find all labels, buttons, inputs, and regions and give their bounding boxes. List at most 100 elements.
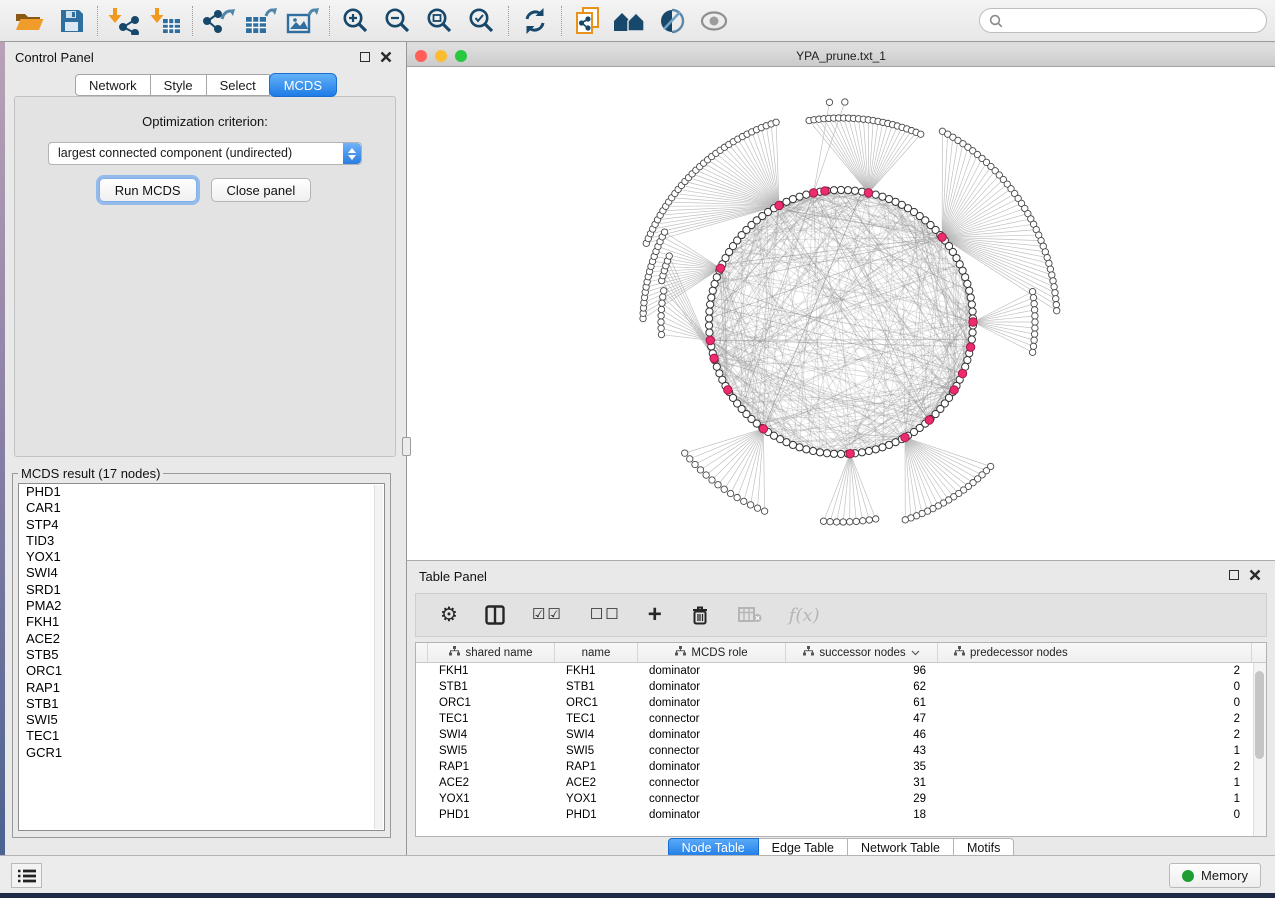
cell-name[interactable]: ACE2 [555, 777, 638, 789]
mcds-result-item[interactable]: SRD1 [19, 582, 384, 598]
mcds-result-item[interactable]: CAR1 [19, 500, 384, 516]
leaf-node[interactable] [658, 331, 664, 337]
selected-mcds-node[interactable] [710, 354, 718, 362]
mcds-result-item[interactable]: ORC1 [19, 663, 384, 679]
leaf-node[interactable] [687, 456, 693, 462]
cell-shared-name[interactable]: TEC1 [428, 713, 555, 725]
leaf-node[interactable] [1029, 349, 1035, 355]
mcds-result-item[interactable]: YOX1 [19, 549, 384, 565]
cell-shared-name[interactable]: YOX1 [428, 793, 555, 805]
ring-node[interactable] [796, 193, 803, 200]
cell-successor-nodes[interactable]: 31 [786, 777, 938, 789]
leaf-node[interactable] [697, 467, 703, 473]
table-row[interactable]: FKH1FKH1dominator962 [416, 663, 1266, 679]
cell-name[interactable]: ORC1 [555, 697, 638, 709]
window-close-icon[interactable] [415, 50, 427, 62]
selected-mcds-node[interactable] [938, 233, 946, 241]
selected-mcds-node[interactable] [969, 318, 977, 326]
cell-predecessor-nodes[interactable]: 0 [938, 697, 1252, 709]
export-network-icon[interactable] [198, 4, 240, 38]
network-window-titlebar[interactable]: YPA_prune.txt_1 [407, 45, 1275, 67]
leaf-node[interactable] [1053, 296, 1059, 302]
table-scrollbar[interactable] [1253, 663, 1266, 836]
leaf-node[interactable] [826, 99, 832, 105]
leaf-node[interactable] [833, 519, 839, 525]
mcds-result-item[interactable]: STB5 [19, 647, 384, 663]
cell-predecessor-nodes[interactable]: 2 [938, 665, 1252, 677]
task-history-button[interactable] [11, 863, 42, 888]
cell-shared-name[interactable]: STB1 [428, 681, 555, 693]
table-row[interactable]: STB1STB1dominator620 [416, 679, 1266, 695]
cell-mcds-role[interactable]: dominator [638, 697, 786, 709]
leaf-node[interactable] [918, 131, 924, 137]
cell-predecessor-nodes[interactable]: 1 [938, 745, 1252, 757]
column-header-successor-nodes[interactable]: successor nodes [786, 643, 938, 662]
selected-mcds-node[interactable] [759, 425, 767, 433]
selected-mcds-node[interactable] [966, 343, 974, 351]
tab-network[interactable]: Network [75, 74, 151, 96]
selected-mcds-node[interactable] [716, 264, 724, 272]
cell-successor-nodes[interactable]: 29 [786, 793, 938, 805]
leaf-node[interactable] [842, 99, 848, 105]
cell-successor-nodes[interactable]: 96 [786, 665, 938, 677]
table-row[interactable]: RAP1RAP1dominator352 [416, 759, 1266, 775]
ring-node[interactable] [858, 449, 865, 456]
delete-column-icon[interactable] [689, 604, 711, 626]
leaf-node[interactable] [747, 502, 753, 508]
cell-successor-nodes[interactable]: 18 [786, 809, 938, 821]
mcds-result-item[interactable]: SWI4 [19, 565, 384, 581]
leaf-node[interactable] [1032, 313, 1038, 319]
ring-node[interactable] [708, 294, 715, 301]
cell-shared-name[interactable]: RAP1 [428, 761, 555, 773]
leaf-node[interactable] [860, 518, 866, 524]
leaf-node[interactable] [658, 313, 664, 319]
ring-node[interactable] [837, 450, 844, 457]
search-input[interactable] [1009, 11, 1266, 31]
leaf-node[interactable] [658, 325, 664, 331]
leaf-node[interactable] [1051, 284, 1057, 290]
ring-node[interactable] [879, 444, 886, 451]
cell-mcds-role[interactable]: dominator [638, 681, 786, 693]
criterion-dropdown[interactable]: largest connected component (undirected) [48, 142, 362, 165]
cell-mcds-role[interactable]: dominator [638, 761, 786, 773]
mcds-result-list[interactable]: PHD1CAR1STP4TID3YOX1SWI4SRD1PMA2FKH1ACE2… [18, 483, 385, 831]
ring-node[interactable] [706, 308, 713, 315]
toggle-style-icon[interactable] [651, 4, 693, 38]
leaf-node[interactable] [715, 482, 721, 488]
tab-select[interactable]: Select [207, 74, 270, 96]
deselect-all-rows-icon[interactable]: ☐☐ [590, 607, 621, 623]
leaf-node[interactable] [847, 519, 853, 525]
export-table-icon[interactable] [240, 4, 282, 38]
leaf-node[interactable] [866, 517, 872, 523]
column-header-mcds-role[interactable]: MCDS role [638, 643, 786, 662]
cell-shared-name[interactable]: ORC1 [428, 697, 555, 709]
column-header-predecessor-nodes[interactable]: predecessor nodes [938, 643, 1252, 662]
cell-shared-name[interactable]: SWI4 [428, 729, 555, 741]
leaf-node[interactable] [703, 472, 709, 478]
selected-mcds-node[interactable] [724, 386, 732, 394]
leaf-node[interactable] [873, 516, 879, 522]
leaf-node[interactable] [1047, 266, 1053, 272]
import-table-icon[interactable] [145, 4, 187, 38]
table-row[interactable]: PHD1PHD1dominator180 [416, 807, 1266, 823]
cell-mcds-role[interactable]: connector [638, 745, 786, 757]
leaf-node[interactable] [827, 519, 833, 525]
ring-node[interactable] [962, 274, 969, 281]
leaf-node[interactable] [754, 505, 760, 511]
ring-node[interactable] [865, 447, 872, 454]
tab-mcds[interactable]: MCDS [269, 73, 337, 97]
cell-successor-nodes[interactable]: 46 [786, 729, 938, 741]
selected-mcds-node[interactable] [901, 433, 909, 441]
cell-predecessor-nodes[interactable]: 0 [938, 681, 1252, 693]
leaf-node[interactable] [1031, 337, 1037, 343]
tab-style[interactable]: Style [151, 74, 207, 96]
ring-node[interactable] [803, 446, 810, 453]
leaf-node[interactable] [721, 486, 727, 492]
cell-successor-nodes[interactable]: 62 [786, 681, 938, 693]
leaf-node[interactable] [1031, 331, 1037, 337]
cell-name[interactable]: YOX1 [555, 793, 638, 805]
leaf-node[interactable] [1052, 290, 1058, 296]
ring-node[interactable] [844, 187, 851, 194]
leaf-node[interactable] [1032, 325, 1038, 331]
selected-mcds-node[interactable] [821, 187, 829, 195]
